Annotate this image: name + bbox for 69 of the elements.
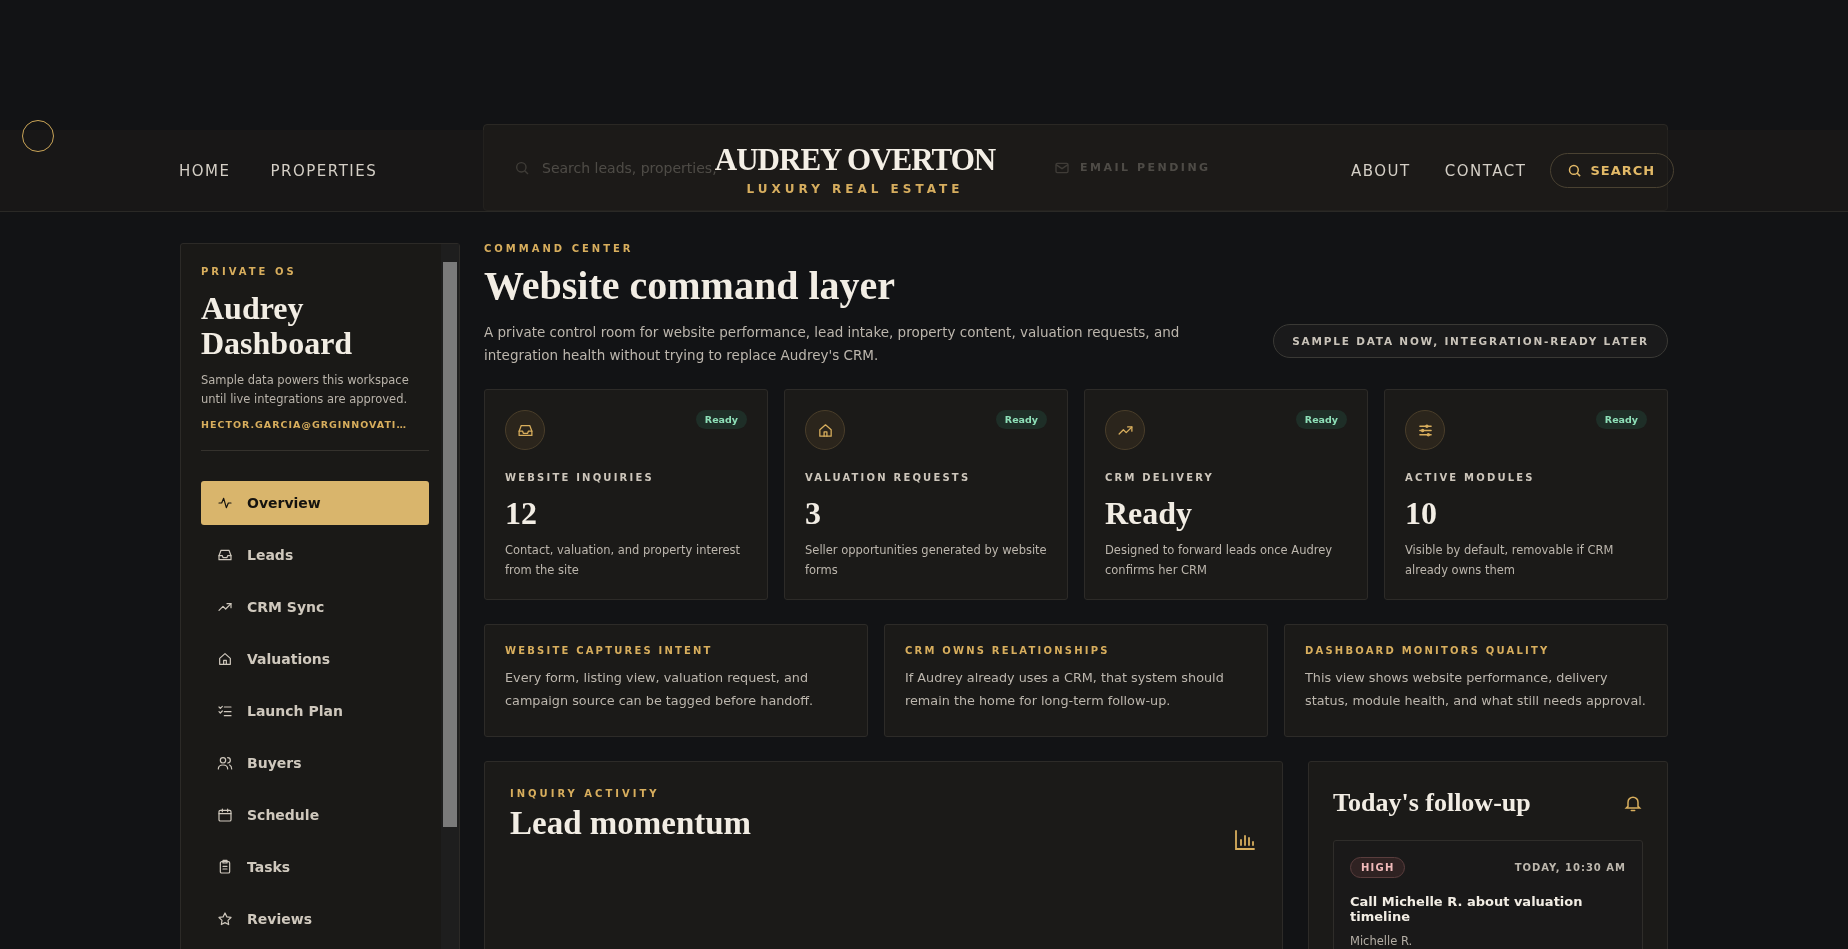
stat-value: Ready xyxy=(1105,495,1194,532)
stat-label: ACTIVE MODULES xyxy=(1405,472,1536,483)
status-badge: Ready xyxy=(1295,410,1347,429)
intro-text: A private control room for website performance, lead intake, property content, valuation requests, and integration health without trying to replace Audrey's CRM. xyxy=(484,323,1181,365)
sidebar-item[interactable]: Overview xyxy=(201,481,429,525)
bell-icon[interactable] xyxy=(1623,793,1643,813)
stat-value: 10 xyxy=(1405,495,1438,532)
info-pill: SAMPLE DATA NOW, INTEGRATION-READY LATER xyxy=(1273,324,1668,358)
logo-subtitle: LUXURY REAL ESTATE xyxy=(745,182,965,196)
stat-label: CRM DELIVERY xyxy=(1105,472,1216,483)
status-badge: Ready xyxy=(995,410,1047,429)
info-card-text: This view shows website performance, delivery status, module health, and what still needs approval. xyxy=(1305,669,1647,710)
nav-link[interactable]: CONTACT xyxy=(1444,161,1527,180)
search-icon xyxy=(1567,163,1583,178)
status-badge: Ready xyxy=(1595,410,1647,429)
task-contact: Michelle R. xyxy=(1350,934,1414,948)
sliders-icon xyxy=(1405,410,1445,450)
sidebar-item[interactable]: Reviews xyxy=(201,897,429,941)
info-card-text: Every form, listing view, valuation request, and campaign source can be tagged before handoff. xyxy=(505,669,815,710)
search-icon xyxy=(514,159,530,176)
bar-chart-icon[interactable] xyxy=(1233,828,1257,852)
stat-value: 3 xyxy=(805,495,822,532)
stat-value: 12 xyxy=(505,495,538,532)
stat-label: VALUATION REQUESTS xyxy=(805,472,972,483)
info-card-title: DASHBOARD MONITORS QUALITY xyxy=(1305,645,1551,656)
task-card[interactable]: HIGH TODAY, 10:30 AM Call Michelle R. about valuation timeline Michelle R. xyxy=(1333,840,1643,949)
panel-title: Lead momentum xyxy=(510,805,752,842)
sidebar-item[interactable]: Schedule xyxy=(201,793,429,837)
task-title: Call Michelle R. about valuation timeline xyxy=(1350,894,1584,924)
nav-link[interactable]: HOME xyxy=(179,161,231,180)
star-icon xyxy=(217,911,233,927)
status-badge: Ready xyxy=(695,410,747,429)
trend-icon xyxy=(1105,410,1145,450)
sidebar-eyebrow: PRIVATE OS xyxy=(201,266,298,277)
info-card-title: CRM OWNS RELATIONSHIPS xyxy=(905,645,1111,656)
info-card-text: If Audrey already uses a CRM, that system should remain the home for long-term follow-up. xyxy=(905,669,1225,710)
info-card-title: WEBSITE CAPTURES INTENT xyxy=(505,645,714,656)
sidebar-note: Sample data powers this workspace until live integrations are approved. xyxy=(201,372,410,408)
page-title: Website command layer xyxy=(484,262,897,309)
nav-link[interactable]: ABOUT xyxy=(1351,161,1411,180)
pulse-icon xyxy=(217,495,233,511)
scrollbar[interactable] xyxy=(441,244,459,949)
panel-title: Today's follow-up xyxy=(1333,788,1531,818)
sidebar-item[interactable]: CRM Sync xyxy=(201,585,429,629)
task-time: TODAY, 10:30 AM xyxy=(1514,862,1626,873)
house-icon xyxy=(217,651,233,667)
user-email: HECTOR.GARCIA@GRGINNOVATI… xyxy=(201,419,408,430)
stat-label: WEBSITE INQUIRIES xyxy=(505,472,655,483)
sidebar-item[interactable]: Tasks xyxy=(201,845,429,889)
section-eyebrow: COMMAND CENTER xyxy=(484,243,635,254)
nav-link[interactable]: PROPERTIES xyxy=(270,161,378,180)
inbox-icon xyxy=(217,547,233,563)
stat-note: Visible by default, removable if CRM already owns them xyxy=(1405,542,1615,579)
stat-note: Designed to forward leads once Audrey confirms her CRM xyxy=(1105,542,1334,579)
house-icon xyxy=(805,410,845,450)
checklist-icon xyxy=(217,703,233,719)
panel-eyebrow: INQUIRY ACTIVITY xyxy=(510,788,661,799)
sidebar-item[interactable]: Leads xyxy=(201,533,429,577)
sidebar-title: Audrey Dashboard xyxy=(201,291,354,361)
calendar-icon xyxy=(217,807,233,823)
priority-badge: HIGH xyxy=(1350,857,1406,878)
users-icon xyxy=(217,755,233,771)
sidebar-item[interactable]: Launch Plan xyxy=(201,689,429,733)
inbox-icon xyxy=(505,410,545,450)
sidebar-item[interactable]: Valuations xyxy=(201,637,429,681)
sidebar-item[interactable]: Buyers xyxy=(201,741,429,785)
stat-note: Contact, valuation, and property interest from the site xyxy=(505,542,742,579)
stat-note: Seller opportunities generated by website forms xyxy=(805,542,1047,579)
clipboard-icon xyxy=(217,859,233,875)
